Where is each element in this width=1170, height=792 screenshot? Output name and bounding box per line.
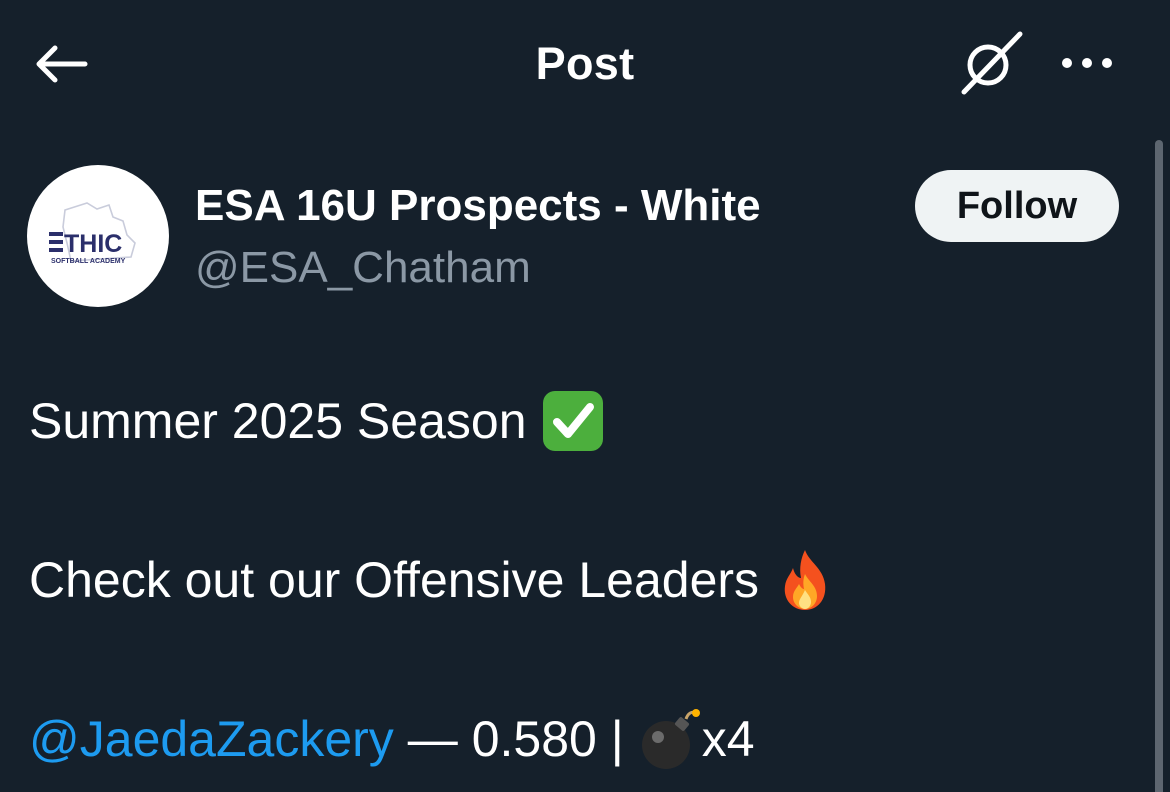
check-mark-button-icon <box>542 391 603 451</box>
author-handle[interactable]: @ESA_Chatham <box>195 240 531 296</box>
post-line-leaders: Check out our Offensive Leaders <box>29 548 837 612</box>
post-text: Summer 2025 Season <box>29 393 527 449</box>
post-line-season: Summer 2025 Season <box>29 389 605 453</box>
avatar[interactable]: THIC SOFTBALL ACADEMY <box>27 165 169 307</box>
post-screen: Post THIC SOFTBALL ACADEMY ESA 16U Prosp… <box>0 0 1170 792</box>
bomb-icon <box>641 709 700 769</box>
svg-text:SOFTBALL ACADEMY: SOFTBALL ACADEMY <box>51 258 126 265</box>
more-horizontal-icon <box>1062 58 1112 68</box>
svg-text:THIC: THIC <box>64 230 122 258</box>
fire-icon <box>784 550 826 610</box>
top-bar: Post <box>0 0 1170 125</box>
ethic-softball-logo: THIC SOFTBALL ACADEMY <box>49 202 136 265</box>
grok-icon <box>961 31 1023 95</box>
home-run-count: x4 <box>701 711 755 767</box>
scrollbar[interactable] <box>1155 140 1163 792</box>
follow-button[interactable]: Follow <box>915 170 1119 242</box>
grok-button[interactable] <box>955 28 1027 98</box>
post-line-player: @JaedaZackery — 0.580 | x4 <box>29 707 755 771</box>
author-name[interactable]: ESA 16U Prospects - White <box>195 178 761 234</box>
player-stats: — 0.580 | <box>407 711 624 767</box>
mention-link[interactable]: @JaedaZackery <box>29 707 394 771</box>
post-text: Check out our Offensive Leaders <box>29 552 760 608</box>
more-button[interactable] <box>1052 40 1122 86</box>
